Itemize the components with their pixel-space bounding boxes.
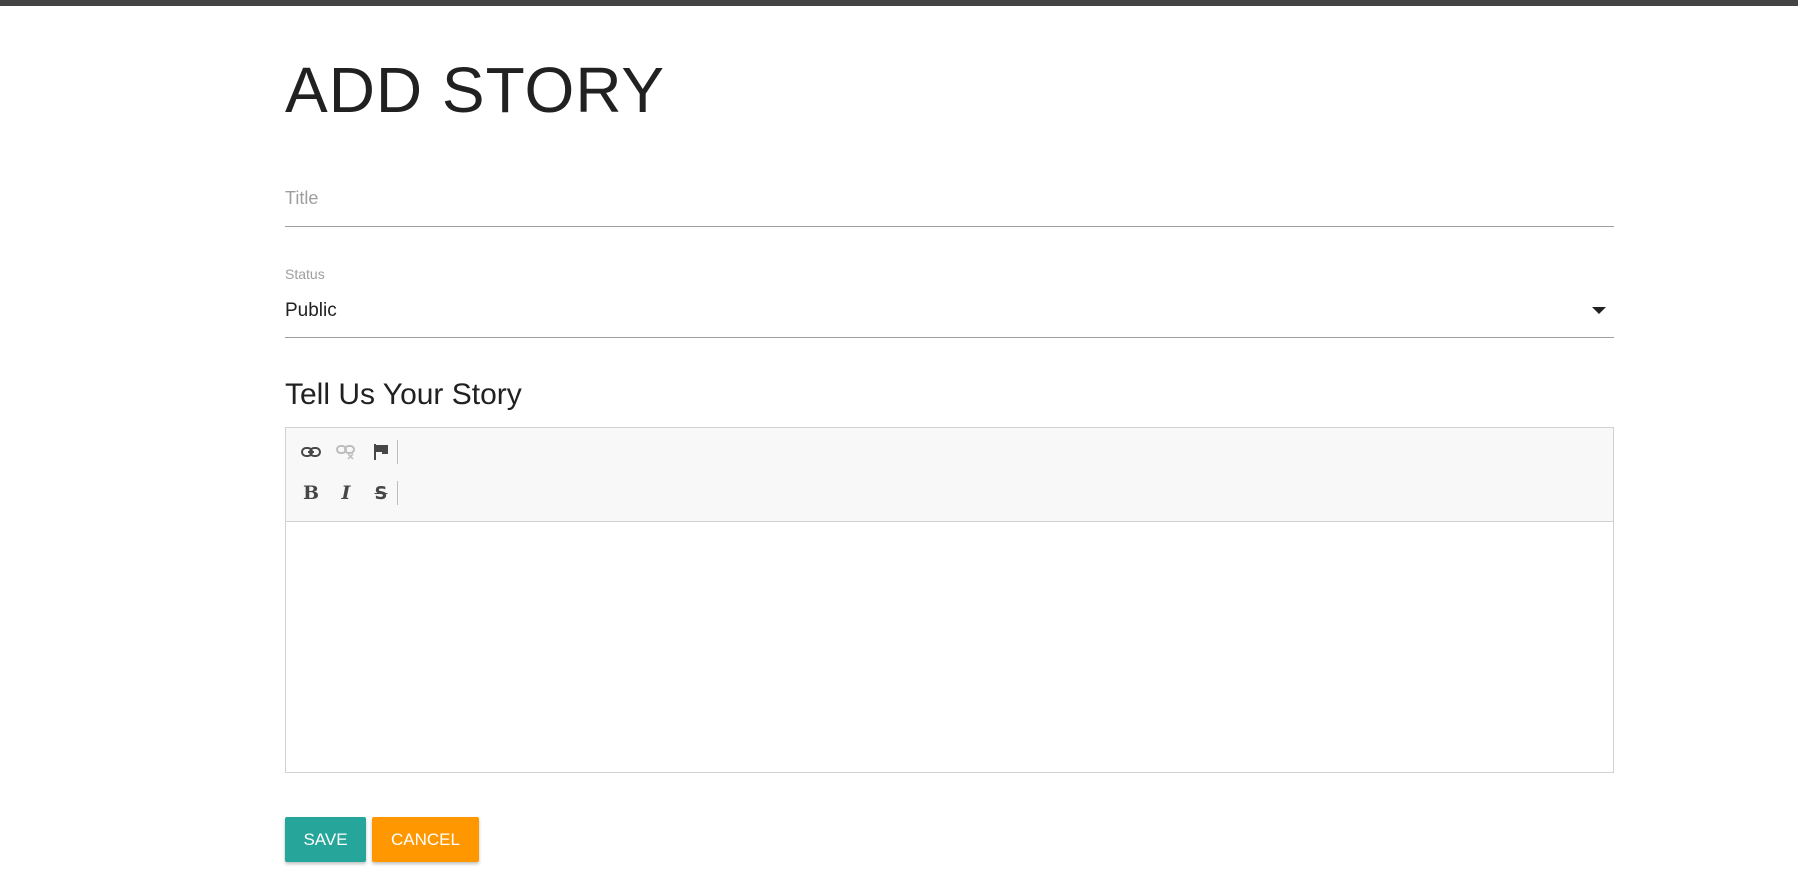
status-select[interactable]: Public (285, 288, 1614, 338)
status-label: Status (285, 266, 325, 282)
story-text-area[interactable] (286, 522, 1613, 772)
toolbar-row-links (298, 437, 398, 467)
cancel-button[interactable]: CANCEL (372, 817, 479, 862)
italic-icon: I (341, 482, 351, 504)
link-icon (301, 447, 321, 457)
toolbar-separator (397, 440, 398, 464)
toolbar-row-format: B I S (298, 478, 398, 508)
status-selected-value: Public (285, 300, 337, 321)
bold-icon: B (302, 482, 320, 504)
bold-button[interactable]: B (298, 480, 324, 506)
story-editor: B I S (285, 427, 1614, 773)
toolbar-separator (397, 481, 398, 505)
unlink-icon (336, 445, 355, 460)
italic-button[interactable]: I (333, 480, 359, 506)
caret-down-icon (1592, 307, 1606, 314)
strikethrough-icon: S (374, 482, 388, 504)
unlink-button[interactable] (333, 439, 359, 465)
anchor-button[interactable] (368, 439, 394, 465)
story-heading: Tell Us Your Story (285, 378, 522, 411)
title-input[interactable] (285, 178, 1614, 218)
title-field (285, 178, 1614, 227)
top-bar (0, 0, 1798, 6)
link-button[interactable] (298, 439, 324, 465)
page-title: ADD STORY (285, 54, 666, 126)
editor-toolbar: B I S (286, 428, 1613, 522)
save-button[interactable]: SAVE (285, 817, 366, 862)
strikethrough-button[interactable]: S (368, 480, 394, 506)
flag-icon (374, 444, 388, 460)
